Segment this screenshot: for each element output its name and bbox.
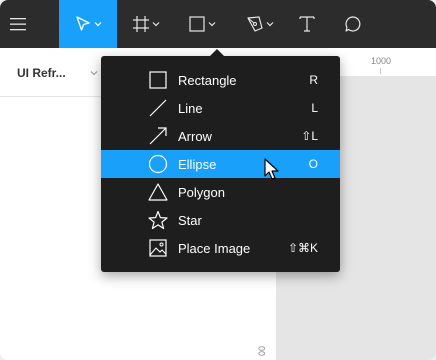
polygon-icon: [147, 182, 169, 202]
mouse-cursor-icon: [264, 158, 279, 180]
text-tool-icon: [299, 16, 315, 32]
image-icon: [147, 238, 169, 258]
line-icon: [147, 98, 169, 118]
menu-item-label: Arrow: [178, 129, 212, 144]
menu-pointer: [210, 49, 224, 56]
chevron-down-icon: [266, 22, 274, 27]
menu-item-label: Rectangle: [178, 73, 237, 88]
chevron-down-icon[interactable]: [90, 70, 98, 76]
chevron-down-icon: [94, 22, 102, 27]
menu-item-polygon[interactable]: Polygon: [101, 178, 340, 206]
menu-item-shortcut: L: [311, 101, 318, 115]
comment-tool-icon: [345, 16, 361, 32]
move-tool-button[interactable]: [59, 0, 117, 48]
shape-tool-button[interactable]: [174, 0, 230, 48]
arrow-icon: [147, 126, 169, 146]
page-title[interactable]: UI Refr...: [17, 66, 66, 80]
frame-tool-button[interactable]: [120, 0, 172, 48]
menu-item-line[interactable]: Line L: [101, 94, 340, 122]
menu-item-shortcut: ⇧L: [301, 129, 318, 143]
shape-dropdown-menu: Rectangle R Line L Arrow ⇧L Ellipse O Po…: [101, 56, 340, 272]
menu-item-place-image[interactable]: Place Image ⇧⌘K: [101, 234, 340, 262]
main-menu-button[interactable]: [0, 0, 36, 48]
move-tool-icon: [76, 16, 90, 31]
menu-item-label: Star: [178, 213, 202, 228]
menu-item-label: Line: [178, 101, 203, 116]
frame-tool-icon: [133, 16, 149, 32]
menu-item-rectangle[interactable]: Rectangle R: [101, 66, 340, 94]
menu-item-label: Polygon: [178, 185, 225, 200]
ruler-label: 1000: [371, 56, 392, 66]
menu-item-shortcut: R: [309, 73, 318, 87]
top-toolbar: [0, 0, 436, 48]
menu-item-label: Place Image: [178, 241, 251, 256]
menu-item-star[interactable]: Star: [101, 206, 340, 234]
comment-tool-button[interactable]: [336, 0, 370, 48]
chevron-down-icon: [208, 22, 216, 27]
menu-item-label: Ellipse: [178, 157, 217, 172]
text-tool-button[interactable]: [290, 0, 324, 48]
chevron-down-icon: [152, 22, 160, 27]
shape-tool-icon: [189, 16, 205, 32]
menu-item-arrow[interactable]: Arrow ⇧L: [101, 122, 340, 150]
ruler-label: 00: [257, 345, 267, 356]
menu-item-shortcut: O: [308, 157, 318, 171]
ruler-tick: [380, 68, 381, 74]
ellipse-icon: [147, 154, 169, 174]
menu-icon: [10, 18, 26, 31]
menu-item-ellipse[interactable]: Ellipse O: [101, 150, 340, 178]
star-icon: [147, 210, 169, 230]
pen-tool-button[interactable]: [234, 0, 286, 48]
pen-tool-icon: [247, 16, 263, 32]
rectangle-icon: [147, 70, 169, 90]
menu-item-shortcut: ⇧⌘K: [287, 241, 318, 255]
app-window: UI Refr... 1000 -4 00 Rectangle R Line L: [0, 0, 436, 360]
